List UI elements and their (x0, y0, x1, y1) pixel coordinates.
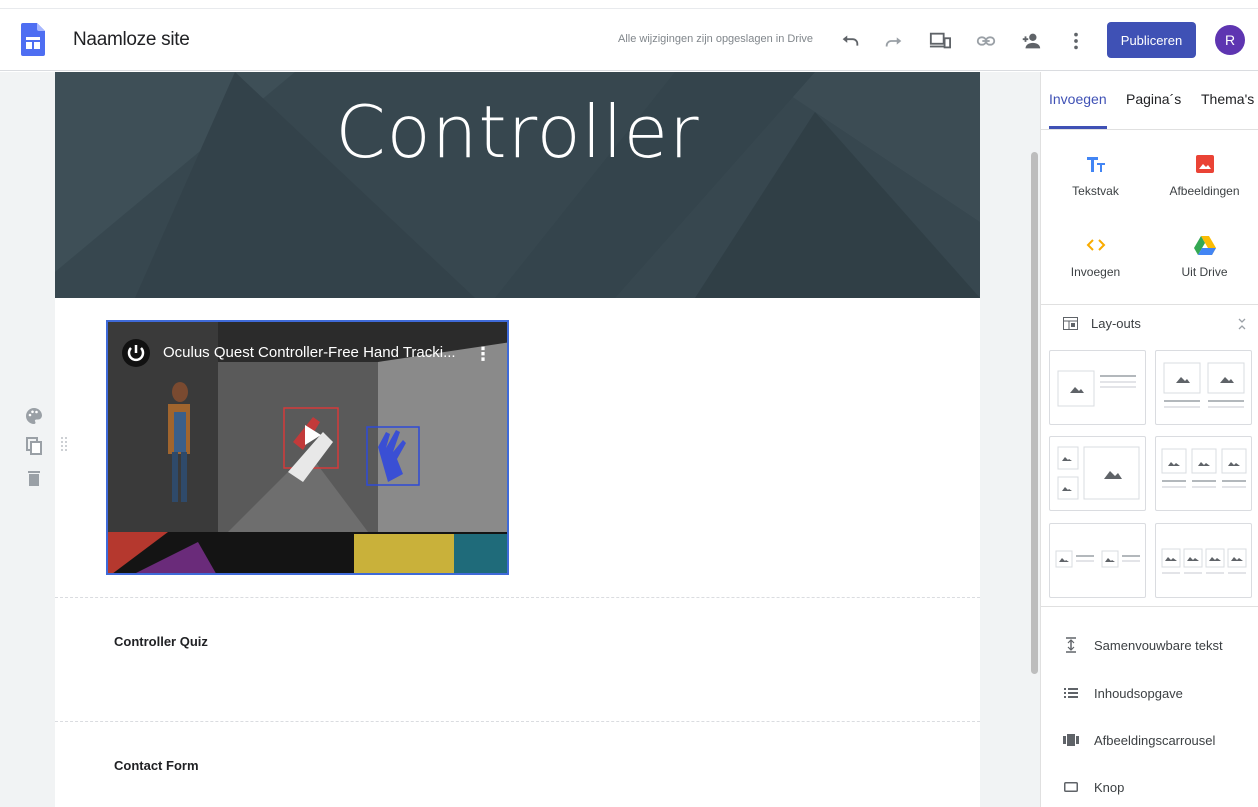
header-banner[interactable]: Controller (55, 72, 980, 298)
share-add-person-icon[interactable] (1019, 29, 1043, 53)
insert-from-drive-label: Uit Drive (1181, 265, 1228, 279)
delete-icon[interactable] (24, 468, 44, 488)
button-block-label: Knop (1094, 779, 1125, 795)
drag-handle-icon[interactable] (60, 436, 68, 454)
tab-themes[interactable]: Thema's (1201, 91, 1254, 107)
site-page: Controller Oculus Quest Controller-Free … (55, 72, 980, 807)
layout-option-5[interactable] (1049, 523, 1146, 598)
section-divider (55, 597, 980, 598)
insert-embed-label: Invoegen (1070, 265, 1121, 279)
tab-insert[interactable]: Invoegen (1049, 91, 1107, 107)
undo-icon[interactable] (838, 29, 862, 53)
layouts-icon (1063, 317, 1078, 330)
table-of-contents-icon (1063, 685, 1079, 701)
collapse-icon[interactable] (1237, 317, 1247, 334)
channel-logo-icon[interactable] (122, 339, 150, 367)
insert-images-button[interactable]: Afbeeldingen (1150, 152, 1258, 198)
section-divider (55, 721, 980, 722)
panel-divider (1041, 304, 1258, 305)
publish-button[interactable]: Publiceren (1107, 22, 1196, 58)
layouts-header[interactable]: Lay-outs (1063, 316, 1141, 331)
video-more-icon[interactable]: ⋮ (474, 344, 492, 365)
layout-option-4[interactable] (1155, 436, 1252, 511)
section-heading-quiz[interactable]: Controller Quiz (114, 634, 208, 649)
embedded-video[interactable]: Oculus Quest Controller-Free Hand Tracki… (106, 320, 509, 575)
image-carousel-label: Afbeeldingscarrousel (1094, 732, 1216, 748)
embed-code-icon (1041, 233, 1150, 257)
image-icon (1150, 152, 1258, 176)
image-carousel-icon (1063, 732, 1079, 748)
panel-tabs: Invoegen Pagina´s Thema's (1041, 72, 1258, 130)
palette-icon[interactable] (24, 406, 44, 426)
insert-text-box-button[interactable]: Tekstvak (1041, 152, 1150, 198)
layout-option-1[interactable] (1049, 350, 1146, 425)
layout-option-2[interactable] (1155, 350, 1252, 425)
video-title[interactable]: Oculus Quest Controller-Free Hand Tracki… (163, 344, 456, 361)
tab-pages[interactable]: Pagina´s (1126, 91, 1181, 107)
drive-icon (1150, 233, 1258, 257)
play-icon[interactable] (284, 408, 338, 462)
insert-text-box-label: Tekstvak (1072, 184, 1119, 198)
avatar[interactable]: R (1215, 25, 1245, 55)
insert-images-label: Afbeeldingen (1169, 184, 1240, 198)
google-sites-logo[interactable] (21, 23, 45, 56)
layout-option-3[interactable] (1049, 436, 1146, 511)
insert-table-of-contents-button[interactable]: Inhoudsopgave (1063, 685, 1183, 701)
top-bar: Naamloze site Alle wijzigingen zijn opge… (0, 8, 1258, 71)
preview-devices-icon[interactable] (928, 29, 952, 53)
link-icon[interactable] (974, 29, 998, 53)
save-status: Alle wijzigingen zijn opgeslagen in Driv… (618, 33, 814, 45)
insert-collapsible-text-button[interactable]: Samenvouwbare tekst (1063, 637, 1223, 653)
table-of-contents-label: Inhoudsopgave (1094, 685, 1183, 701)
section-heading-contact[interactable]: Contact Form (114, 758, 199, 773)
insert-embed-button[interactable]: Invoegen (1041, 233, 1150, 279)
layouts-label: Lay-outs (1091, 316, 1141, 331)
active-tab-indicator (1049, 126, 1107, 129)
page-title[interactable]: Controller (55, 90, 980, 174)
site-title[interactable]: Naamloze site (73, 29, 190, 51)
collapsible-text-icon (1063, 637, 1079, 653)
canvas-scrollbar[interactable] (1031, 152, 1038, 674)
insert-button-button[interactable]: Knop (1063, 779, 1124, 795)
panel-divider (1041, 606, 1258, 607)
redo-icon[interactable] (882, 29, 906, 53)
insert-image-carousel-button[interactable]: Afbeeldingscarrousel (1063, 732, 1215, 748)
more-vert-icon[interactable] (1064, 29, 1088, 53)
collapsible-text-label: Samenvouwbare tekst (1094, 637, 1223, 653)
insert-panel: Invoegen Pagina´s Thema's Tekstvak Afbee… (1040, 72, 1258, 807)
duplicate-icon[interactable] (24, 436, 44, 456)
text-box-icon (1041, 152, 1150, 176)
layout-option-6[interactable] (1155, 523, 1252, 598)
button-icon (1063, 779, 1079, 795)
insert-from-drive-button[interactable]: Uit Drive (1150, 233, 1258, 279)
